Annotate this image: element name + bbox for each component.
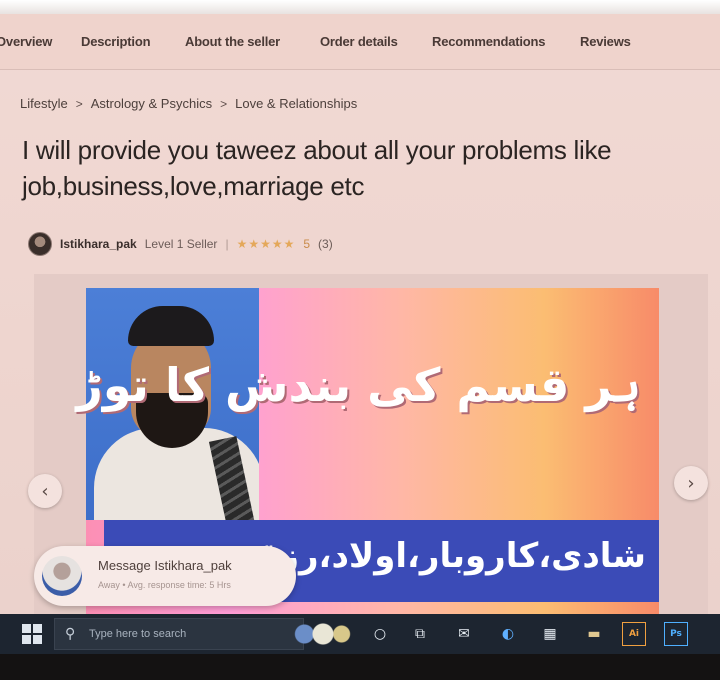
gig-nav: Overview Description About the seller Or… [0,14,720,70]
response-time: Avg. response time: 5 Hrs [127,580,231,590]
store-icon[interactable]: ▦ [538,622,562,646]
photo-cap [128,306,214,346]
seller-row: Istikhara_pak Level 1 Seller | ★★★★★ 5 (… [28,232,333,256]
tab-description[interactable]: Description [81,34,151,49]
seller-level: Level 1 Seller [144,237,218,251]
folder-icon[interactable]: ▬ [582,622,606,646]
breadcrumb-lifestyle[interactable]: Lifestyle [20,96,68,111]
breadcrumb: Lifestyle > Astrology & Psychics > Love … [20,96,357,111]
message-seller-button[interactable]: Message Istikhara_pak Away • Avg. respon… [34,546,296,606]
tab-about-seller[interactable]: About the seller [185,34,280,49]
illustrator-icon[interactable]: Ai [622,622,646,646]
mail-icon[interactable]: ✉ [452,622,476,646]
search-icon: ⚲ [65,626,76,642]
windows-start-icon[interactable] [22,624,42,644]
seller-name[interactable]: Istikhara_pak [60,237,137,251]
monitor-top-edge [0,0,720,14]
star-rating-icon: ★★★★★ [236,237,296,251]
divider: | [225,237,229,251]
chevron-right-icon: > [220,96,228,111]
chevron-right-icon[interactable]: › [674,466,708,500]
urdu-headline: ہر قسم کی بندش کا توڑ [76,358,641,412]
browser-screen: Overview Description About the seller Or… [0,14,720,614]
circle-icon[interactable]: ○ [368,622,392,646]
search-placeholder: Type here to search [89,628,187,640]
cortana-icon[interactable] [292,622,354,646]
tab-overview[interactable]: Overview [0,34,52,49]
rating-count[interactable]: (3) [318,237,333,251]
rating-value: 5 [303,237,311,251]
gig-title: I will provide you taweez about all your… [22,135,612,201]
taskbar-search-input[interactable]: ⚲ Type here to search [54,618,304,650]
chevron-left-icon[interactable]: ‹ [28,474,62,508]
tab-order-details[interactable]: Order details [320,34,398,49]
seller-avatar [42,556,82,596]
monitor-bezel [0,654,720,680]
tab-reviews[interactable]: Reviews [580,34,631,49]
edge-icon[interactable]: ◐ [496,622,520,646]
message-status: Away • Avg. response time: 5 Hrs [98,580,231,590]
tab-recommendations[interactable]: Recommendations [432,34,546,49]
away-status: Away [98,580,120,590]
message-title: Message Istikhara_pak [98,558,232,573]
photoshop-icon[interactable]: Ps [664,622,688,646]
seller-avatar[interactable] [28,232,52,256]
windows-taskbar: ⚲ Type here to search ○ ⧉ ✉ ◐ ▦ ▬ Ai Ps [0,614,720,654]
chevron-right-icon: > [75,96,83,111]
urdu-banner-text: شادی،کاروبار،اولاد،رزق [248,536,646,576]
breadcrumb-astrology[interactable]: Astrology & Psychics [91,96,212,111]
task-view-icon[interactable]: ⧉ [408,622,432,646]
breadcrumb-love-relationships[interactable]: Love & Relationships [235,96,357,111]
